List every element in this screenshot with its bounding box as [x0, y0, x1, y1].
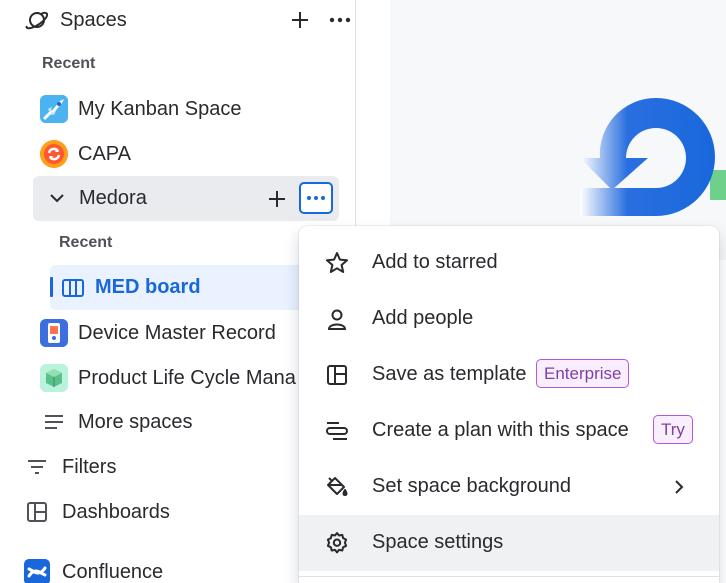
sidebar-item-label: MED board: [95, 276, 201, 298]
template-icon: [325, 363, 349, 387]
menu-item-label: Create a plan with this space: [372, 419, 629, 441]
sidebar-item-more-spaces[interactable]: More spaces: [40, 400, 340, 444]
device-avatar-icon: [40, 319, 68, 347]
rocket-avatar-icon: [40, 95, 68, 123]
menu-item-label: Set space background: [372, 475, 572, 497]
sidebar-item-dashboards[interactable]: Dashboards: [24, 490, 324, 534]
plus-icon[interactable]: [263, 187, 291, 211]
board-columns-icon: [62, 277, 84, 299]
sidebar-item-filters[interactable]: Filters: [24, 445, 324, 489]
sidebar-item-label: Device Master Record: [78, 321, 276, 344]
menu-item-label: Add to starred: [372, 251, 498, 273]
menu-item-label: Space settings: [372, 531, 504, 553]
refresh-logo-icon: [560, 90, 726, 230]
recent-section-title: Recent: [59, 234, 113, 251]
confluence-logo-icon: [24, 559, 50, 583]
sidebar-item-label: Filters: [62, 455, 117, 478]
capa-avatar-icon: [40, 140, 68, 168]
sidebar-item-product-life-cycle[interactable]: Product Life Cycle Mana: [40, 356, 340, 400]
app-window: Spaces Recent My Kanban Space CAPA Medor…: [0, 0, 726, 583]
filter-icon: [24, 454, 50, 480]
menu-item-set-space-background[interactable]: Set space background: [299, 459, 719, 515]
try-badge: Try: [653, 415, 693, 444]
sidebar-item-label: Medora: [79, 187, 147, 209]
cube-avatar-icon: [40, 364, 68, 392]
sidebar-item-label: Confluence: [62, 560, 164, 583]
dashboard-icon: [24, 499, 50, 525]
menu-item-add-people[interactable]: Add people: [299, 291, 719, 347]
spaces-title: Spaces: [60, 8, 127, 31]
sidebar-item-confluence[interactable]: Confluence: [24, 550, 324, 583]
chevron-right-icon: [669, 477, 689, 497]
star-icon: [325, 251, 349, 275]
recent-section-title: Recent: [42, 55, 96, 72]
menu-item-label: Save as template: [372, 363, 527, 385]
sidebar-item-label: Product Life Cycle Mana: [78, 366, 296, 389]
menu-item-save-as-template[interactable]: Save as template Enterprise: [299, 347, 719, 403]
sidebar-item-label: Dashboards: [62, 500, 170, 523]
plus-icon[interactable]: [286, 8, 314, 32]
chevron-down-icon[interactable]: [47, 188, 67, 208]
spaces-header[interactable]: Spaces: [24, 0, 351, 42]
sidebar-item-label: CAPA: [78, 142, 131, 165]
planet-icon: [24, 7, 50, 33]
sidebar-item-med-board[interactable]: MED board: [50, 265, 310, 310]
person-icon: [325, 307, 349, 331]
list-icon: [40, 408, 68, 436]
sidebar-item-device-master-record[interactable]: Device Master Record: [40, 311, 340, 355]
plan-icon: [325, 419, 349, 443]
menu-divider: [299, 576, 719, 577]
sidebar-item-label: More spaces: [78, 410, 193, 433]
selected-indicator: [50, 277, 53, 297]
gear-icon: [325, 531, 349, 555]
menu-item-add-to-starred[interactable]: Add to starred: [299, 235, 719, 291]
paint-bucket-icon: [325, 475, 349, 499]
sidebar-item-label: My Kanban Space: [78, 97, 242, 120]
sidebar-item-capa[interactable]: CAPA: [40, 132, 340, 176]
menu-item-space-settings[interactable]: Space settings: [299, 515, 719, 571]
more-horizontal-icon[interactable]: [326, 8, 354, 32]
menu-item-create-plan[interactable]: Create a plan with this space Try: [299, 403, 719, 459]
space-actions-menu: Add to starred Add people Save as templa…: [299, 226, 719, 583]
more-options-button[interactable]: [299, 182, 333, 214]
sidebar-item-my-kanban-space[interactable]: My Kanban Space: [40, 87, 340, 131]
sidebar-item-medora[interactable]: Medora: [33, 176, 339, 221]
menu-item-label: Add people: [372, 307, 474, 329]
enterprise-badge: Enterprise: [536, 359, 630, 388]
